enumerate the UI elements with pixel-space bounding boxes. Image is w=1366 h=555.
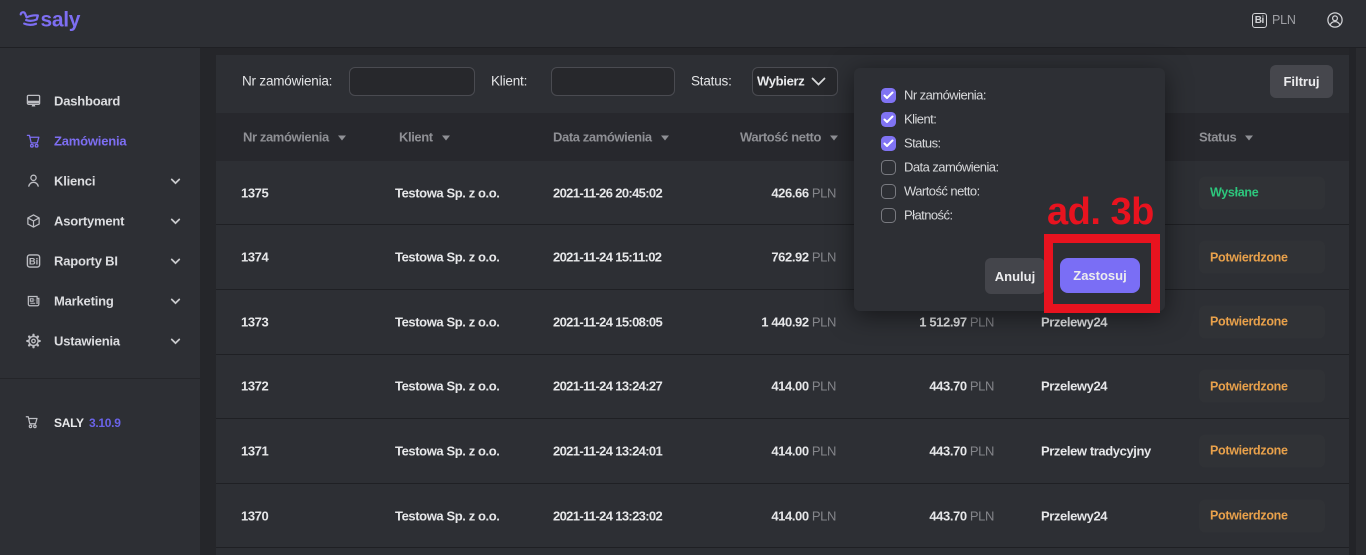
svg-text:saly: saly [41,9,81,32]
svg-text:Bi: Bi [29,256,38,266]
